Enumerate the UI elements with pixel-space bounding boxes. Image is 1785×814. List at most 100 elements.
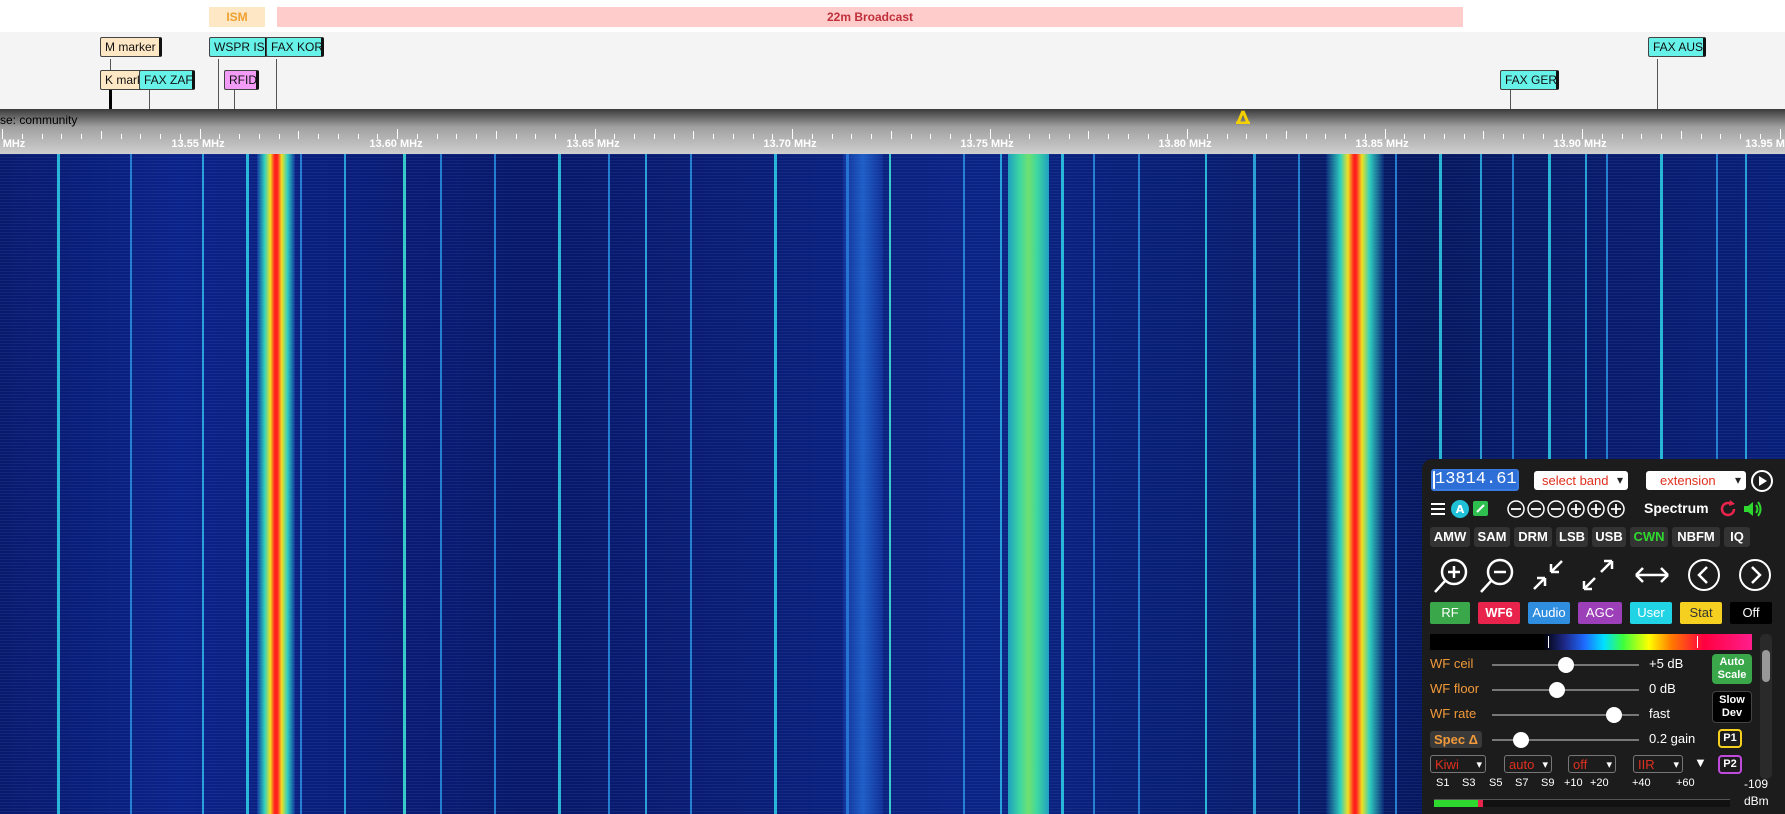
zoom-out-magnifier-icon[interactable] [1478,555,1518,595]
zoom-out-icon[interactable] [1526,499,1546,519]
zoom-out-max-icon[interactable] [1506,499,1526,519]
tab-audio[interactable]: Audio [1528,602,1570,624]
play-icon[interactable] [1750,469,1774,493]
passband-marker-icon[interactable] [1235,110,1251,124]
p2-button[interactable]: P2 [1718,755,1742,774]
smeter-label: +40 [1632,777,1651,789]
colormap-floor-marker[interactable] [1548,636,1549,648]
swap-icon[interactable] [1632,555,1672,595]
reload-icon[interactable] [1718,499,1738,519]
slider-value: +5 dB [1649,656,1684,671]
expand-icon[interactable] [1578,555,1618,595]
label-k-marker[interactable]: K marker [100,70,144,90]
slider-value: fast [1649,706,1670,721]
bottom-select-iir[interactable]: IIR [1633,755,1683,774]
scale-tick [930,134,932,139]
tick-label: 13.70 MHz [763,138,817,150]
smeter-bar [1434,799,1730,807]
label-fax-kor[interactable]: FAX KOR [266,37,324,57]
scale-tick [436,134,438,139]
expand-arrow-icon[interactable]: ▼ [1694,755,1707,770]
mode-drm[interactable]: DRM [1514,527,1552,547]
panel-scrollbar[interactable] [1760,634,1772,779]
zoom-in-small-icon[interactable] [1566,499,1586,519]
scale-tick [555,134,556,139]
zoom-in-icon[interactable] [1586,499,1606,519]
compress-icon[interactable] [1528,555,1568,595]
slider-track[interactable] [1492,682,1639,698]
scale-tick [1305,134,1307,139]
speaker-icon[interactable] [1742,499,1764,519]
auto-scale-button[interactable]: Auto Scale [1712,654,1752,684]
mode-usb[interactable]: USB [1592,527,1626,547]
scale-source-label: se: community [0,113,78,127]
scale-tick [1325,134,1327,139]
scale-tick [298,131,300,139]
scale-tick [1503,134,1504,139]
menu-icon[interactable] [1430,501,1446,517]
label-stem [218,59,219,109]
waterfall-signal-line [1205,154,1207,814]
slider-track[interactable] [1492,707,1639,723]
waterfall-signal-band [843,154,883,814]
band-22m-broadcast[interactable]: 22m Broadcast [277,7,1463,27]
bottom-select-auto[interactable]: auto [1504,755,1552,774]
bottom-select-off[interactable]: off [1568,755,1616,774]
label-fax-zaf[interactable]: FAX ZAF [139,70,195,90]
select-band-dropdown[interactable]: select band [1534,471,1628,490]
a-badge-icon[interactable]: A [1451,500,1469,518]
scale-tick [1147,134,1149,139]
label-wspr-ism[interactable]: WSPR ISM [209,37,268,57]
zoom-out-small-icon[interactable] [1546,499,1566,519]
frequency-input[interactable]: 13814.61 [1431,469,1519,491]
tab-user[interactable]: User [1630,602,1672,624]
scale-tick [318,134,319,139]
mode-cwn[interactable]: CWN [1630,527,1668,547]
mode-sam[interactable]: SAM [1474,527,1510,547]
extension-dropdown[interactable]: extension [1646,471,1746,490]
slider-track[interactable] [1492,732,1639,748]
waterfall-signal-line [690,154,692,814]
colormap-bar[interactable] [1430,634,1752,650]
slider-label: Spec Δ [1430,731,1483,748]
chevron-left-icon[interactable] [1684,555,1724,595]
scale-tick [1443,134,1445,139]
tab-stat[interactable]: Stat [1680,602,1722,624]
scale-tick [1266,134,1267,139]
bottom-select-kiwi[interactable]: Kiwi [1430,755,1486,774]
scale-tick [673,134,675,139]
slider-track[interactable] [1492,657,1639,673]
colormap-ceil-marker[interactable] [1697,636,1698,648]
edit-icon[interactable] [1473,501,1488,516]
zoom-in-magnifier-icon[interactable] [1432,555,1472,595]
tab-wf6[interactable]: WF6 [1478,602,1520,624]
p1-button[interactable]: P1 [1718,729,1742,748]
mode-iq[interactable]: IQ [1724,527,1750,547]
label-rfid[interactable]: RFID [224,70,259,90]
slider-knob[interactable] [1606,707,1622,723]
mode-lsb[interactable]: LSB [1556,527,1588,547]
scale-tick [890,131,892,139]
label-fax-ger[interactable]: FAX GER [1500,70,1559,90]
label-fax-aus[interactable]: FAX AUS [1648,37,1706,57]
slider-knob[interactable] [1513,732,1530,748]
scrollbar-thumb[interactable] [1762,650,1770,682]
tab-rf[interactable]: RF [1430,602,1470,624]
chevron-right-icon[interactable] [1735,555,1775,595]
slider-knob[interactable] [1557,657,1574,673]
mode-nbfm[interactable]: NBFM [1672,527,1720,547]
label-m-marker[interactable]: M marker [100,37,162,57]
mode-amw[interactable]: AMW [1430,527,1470,547]
slow-dev-button[interactable]: Slow Dev [1712,691,1752,723]
zoom-in-max-icon[interactable] [1606,499,1626,519]
smeter-peak [1478,800,1483,807]
tab-agc[interactable]: AGC [1578,602,1622,624]
scale-tick [61,134,63,139]
tick-label: 13.55 MHz [171,138,225,150]
tab-off[interactable]: Off [1730,602,1772,624]
slider-knob[interactable] [1548,682,1565,698]
band-ism[interactable]: ISM [209,7,265,27]
spectrum-button[interactable]: Spectrum [1644,500,1709,516]
tick-label: 13.85 MHz [1355,138,1409,150]
frequency-scale[interactable]: se: community MHz 13.55 MHz 13.60 MHz 13… [0,109,1785,154]
